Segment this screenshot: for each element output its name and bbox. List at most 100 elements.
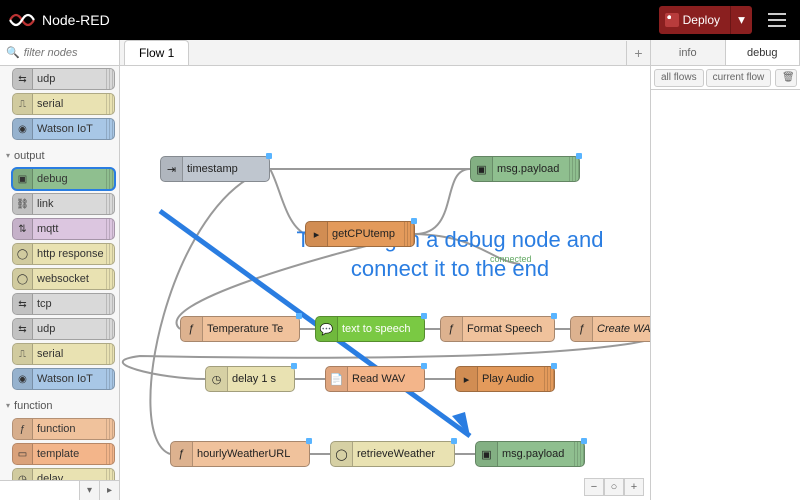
palette-node-label: mqtt: [37, 223, 58, 235]
palette-node-http-response[interactable]: ◯http response: [12, 243, 115, 265]
flow-node-label: timestamp: [187, 163, 238, 175]
palette-node-label: udp: [37, 73, 55, 85]
flow-node-label: Create WAV: [597, 323, 650, 335]
flow-node-timestamp[interactable]: ⇥ timestamp: [160, 156, 270, 182]
palette-node-label: tcp: [37, 298, 52, 310]
node-icon: ▸: [456, 367, 478, 391]
node-icon: ƒ: [571, 317, 593, 341]
node-icon: ▣: [476, 442, 498, 466]
palette-node-label: serial: [37, 98, 63, 110]
flow-node-retrieve[interactable]: ◯ retrieveWeather: [330, 441, 455, 467]
node-type-icon: ⇆: [13, 69, 33, 89]
app-logo-icon: [8, 12, 36, 28]
flow-node-play[interactable]: ▸Play Audio: [455, 366, 555, 392]
debug-filter-current[interactable]: current flow: [706, 69, 772, 87]
node-type-icon: ◷: [13, 469, 33, 480]
palette: 🔍 ⇆ udp ⎍ serial ◉ Watson IoT output ▣debug ⛓l…: [0, 40, 120, 500]
palette-node-label: debug: [37, 173, 68, 185]
zoom-reset-button[interactable]: ○: [604, 478, 624, 496]
palette-node-websocket[interactable]: ◯websocket: [12, 268, 115, 290]
flow-node-label: msg.payload: [497, 163, 559, 175]
flow-node-hourly[interactable]: ƒhourlyWeatherURL: [170, 441, 310, 467]
debug-filter-bar: all flows current flow 🗑: [651, 66, 800, 90]
palette-node-Watson-IoT[interactable]: ◉ Watson IoT: [12, 118, 115, 140]
status-label: connected: [490, 254, 532, 264]
palette-node-serial[interactable]: ⎍ serial: [12, 93, 115, 115]
flow-node-label: Format Speech: [467, 323, 542, 335]
flow-node-label: msg.payload: [502, 448, 564, 460]
palette-node-mqtt[interactable]: ⇅ mqtt: [12, 218, 115, 240]
flow-node-label: retrieveWeather: [357, 448, 435, 460]
palette-category-input-tail: ⇆ udp ⎍ serial ◉ Watson IoT: [0, 66, 119, 146]
flow-node-temptext[interactable]: ƒ Temperature Te: [180, 316, 300, 342]
palette-node-udp[interactable]: ⇆ udp: [12, 318, 115, 340]
node-icon: ƒ: [171, 442, 193, 466]
palette-node-label: function: [37, 423, 76, 435]
zoom-out-button[interactable]: −: [584, 478, 604, 496]
node-icon: 💬: [316, 317, 338, 341]
node-type-icon: ⎍: [13, 94, 33, 114]
node-icon: ⇥: [161, 157, 183, 181]
palette-footer: ▾ ▸: [0, 480, 119, 500]
palette-node-serial[interactable]: ⎍ serial: [12, 343, 115, 365]
canvas-zoom-controls: − ○ +: [584, 478, 644, 496]
palette-node-Watson-IoT[interactable]: ◉ Watson IoT: [12, 368, 115, 390]
node-icon: ◯: [331, 442, 353, 466]
node-type-icon: ⇆: [13, 319, 33, 339]
flow-wires: [120, 66, 650, 500]
right-sidebar: info debug all flows current flow 🗑: [650, 40, 800, 500]
node-type-icon: ⇅: [13, 219, 33, 239]
search-icon: 🔍: [6, 46, 20, 59]
flow-node-tts[interactable]: 💬 text to speech: [315, 316, 425, 342]
flow-node-wav[interactable]: ƒ Create WAV: [570, 316, 650, 342]
flow-node-readwav[interactable]: 📄Read WAV: [325, 366, 425, 392]
caret-down-icon: ▾: [738, 12, 745, 28]
workspace: Flow 1 +: [120, 40, 650, 500]
palette-node-template[interactable]: ▭template: [12, 443, 115, 465]
palette-node-function[interactable]: ƒfunction: [12, 418, 115, 440]
flow-canvas[interactable]: Then drag in a debug node and connect it…: [120, 66, 650, 500]
node-type-icon: ◉: [13, 369, 33, 389]
app-title: Node-RED: [42, 12, 110, 28]
debug-clear-button[interactable]: 🗑: [775, 69, 797, 87]
palette-node-label: Watson IoT: [37, 123, 93, 135]
palette-filter-input[interactable]: [24, 47, 113, 59]
sidebar-tab-debug[interactable]: debug: [726, 40, 800, 65]
palette-node-label: Watson IoT: [37, 373, 93, 385]
node-icon: ƒ: [181, 317, 203, 341]
node-type-icon: ⇆: [13, 294, 33, 314]
flow-node-label: Read WAV: [352, 373, 405, 385]
palette-node-udp[interactable]: ⇆ udp: [12, 68, 115, 90]
node-type-icon: ◯: [13, 269, 33, 289]
palette-node-debug[interactable]: ▣debug: [12, 168, 115, 190]
flow-node-msg1[interactable]: ▣msg.payload: [470, 156, 580, 182]
deploy-button[interactable]: Deploy: [659, 6, 730, 34]
palette-node-label: serial: [37, 348, 63, 360]
flow-node-msg2[interactable]: ▣ msg.payload: [475, 441, 585, 467]
palette-expand-button[interactable]: ▸: [99, 481, 119, 500]
flow-tab[interactable]: Flow 1: [124, 40, 189, 65]
palette-category-output[interactable]: output: [0, 146, 119, 166]
flow-node-format[interactable]: ƒFormat Speech: [440, 316, 555, 342]
palette-filter[interactable]: 🔍: [0, 40, 119, 66]
node-type-icon: ⎍: [13, 344, 33, 364]
flow-node-delay[interactable]: ◷delay 1 s: [205, 366, 295, 392]
palette-node-delay[interactable]: ◷delay: [12, 468, 115, 480]
flow-node-getcpu[interactable]: ▸getCPUtemp: [305, 221, 415, 247]
palette-category-function[interactable]: function: [0, 396, 119, 416]
node-type-icon: ◉: [13, 119, 33, 139]
debug-filter-all[interactable]: all flows: [654, 69, 704, 87]
sidebar-tab-info[interactable]: info: [651, 40, 726, 65]
main-menu-button[interactable]: [762, 6, 792, 34]
node-icon: ▸: [306, 222, 328, 246]
palette-collapse-button[interactable]: ▾: [79, 481, 99, 500]
palette-node-link[interactable]: ⛓link: [12, 193, 115, 215]
zoom-in-button[interactable]: +: [624, 478, 644, 496]
add-flow-button[interactable]: +: [626, 41, 650, 65]
deploy-menu-caret[interactable]: ▾: [730, 6, 752, 34]
palette-node-label: udp: [37, 323, 55, 335]
flow-node-label: text to speech: [342, 323, 411, 335]
flow-node-label: delay 1 s: [232, 373, 276, 385]
palette-node-tcp[interactable]: ⇆ tcp: [12, 293, 115, 315]
flow-node-label: Temperature Te: [207, 323, 283, 335]
